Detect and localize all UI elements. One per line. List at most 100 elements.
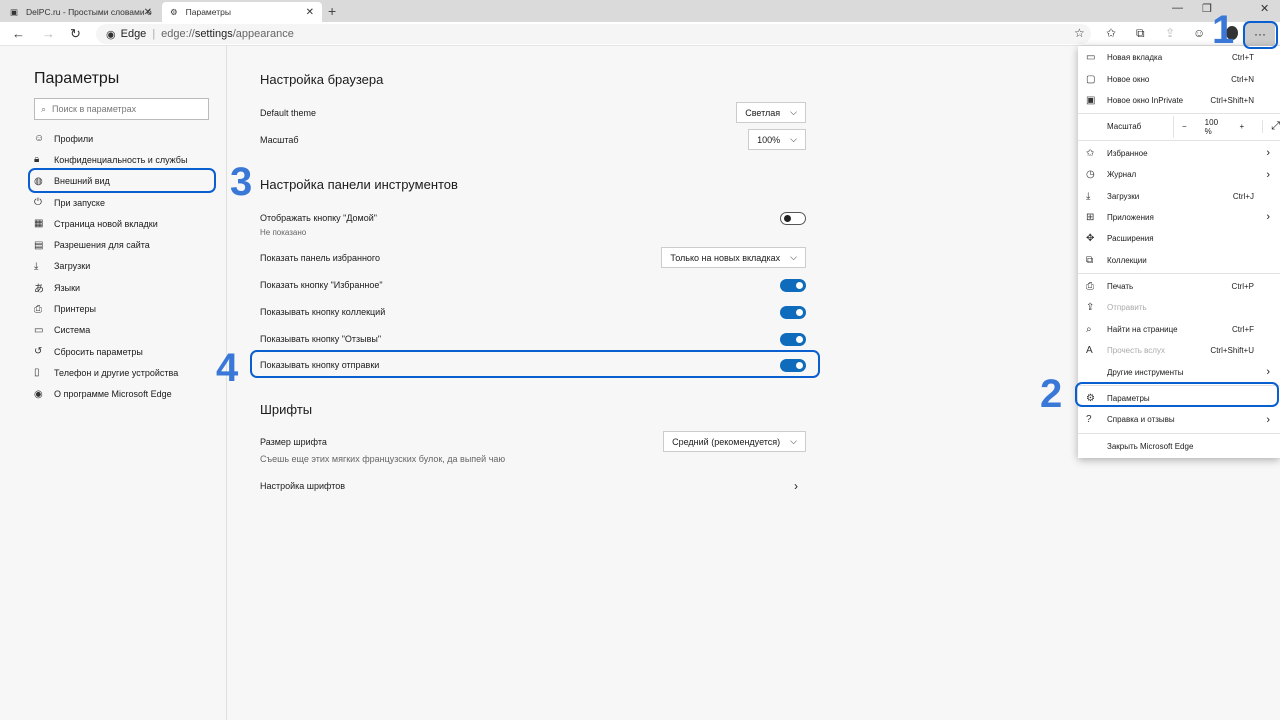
sidebar-item[interactable]: ⎙ Принтеры xyxy=(34,298,187,319)
menu-item[interactable]: ▣ Новое окно InPrivate Ctrl+Shift+N xyxy=(1078,90,1280,111)
refresh-icon[interactable]: ↻ xyxy=(70,26,81,42)
menu-item-label: Журнал xyxy=(1107,170,1137,180)
sidebar-item-label: Профили xyxy=(54,133,94,144)
tab-delpc[interactable]: ▣ DelPC.ru - Простыми словами о ✕ xyxy=(2,2,160,22)
sidebar-item-label: О программе Microsoft Edge xyxy=(54,389,172,400)
menu-item[interactable]: ✩ Избранное › xyxy=(1078,143,1280,164)
favorites-icon[interactable]: ✩ xyxy=(1106,26,1116,40)
sidebar: Параметры ⌕ Поиск в параметрах ☺ Профили 🔒︎… xyxy=(0,46,227,720)
sidebar-item-label: Разрешения для сайта xyxy=(54,240,150,251)
menu-item-label: Коллекции xyxy=(1107,255,1147,265)
menu-item-label: Новое окно xyxy=(1107,74,1150,84)
close-tab-icon[interactable]: ✕ xyxy=(306,7,314,18)
star-icon[interactable]: ☆ xyxy=(1074,26,1085,40)
sidebar-item[interactable]: ☺ Профили xyxy=(34,128,187,149)
collections-button-toggle[interactable] xyxy=(780,305,806,319)
menu-item[interactable]: ⎙ Печать Ctrl+P xyxy=(1078,276,1280,297)
menu-item[interactable]: ⊞ Приложения › xyxy=(1078,207,1280,228)
sidebar-item[interactable]: ⏻ При запуске xyxy=(34,192,187,213)
zoom-in-button[interactable]: + xyxy=(1240,122,1245,131)
sidebar-title: Параметры xyxy=(34,70,120,87)
annotation-2: 2 xyxy=(1040,372,1063,416)
font-sample: Съешь еще этих мягких французских булок,… xyxy=(260,454,506,464)
restore-icon[interactable]: ❐ xyxy=(1202,2,1212,15)
chevron-down-icon: ⌵ xyxy=(790,252,797,262)
customize-fonts-link[interactable]: Настройка шрифтов › xyxy=(260,477,806,495)
sidebar-item[interactable]: ▯ Телефон и другие устройства xyxy=(34,362,187,383)
menu-item-label: Приложения xyxy=(1107,212,1154,222)
menu-item[interactable]: A Прочесть вслух Ctrl+Shift+U xyxy=(1078,340,1280,361)
extensions-icon: ✥ xyxy=(1086,233,1095,245)
theme-dropdown[interactable]: Светлая ⌵ xyxy=(736,102,806,123)
address-bar[interactable]: ◉ Edge | edge://settings/appearance xyxy=(96,24,1091,44)
menu-item[interactable]: ? Справка и отзывы › xyxy=(1078,409,1280,430)
zoom-out-button[interactable]: − xyxy=(1182,122,1187,131)
forward-icon[interactable]: → xyxy=(42,26,55,41)
home-button-toggle[interactable] xyxy=(780,211,806,225)
annotation-1: 1 xyxy=(1212,8,1235,52)
section-title-browser: Настройка браузера xyxy=(260,72,384,87)
sidebar-item-label: Страница новой вкладки xyxy=(54,218,158,229)
new-tab-button[interactable]: + xyxy=(328,3,336,19)
favorites-bar-dropdown[interactable]: Только на новых вкладках ⌵ xyxy=(661,247,806,268)
menu-item[interactable]: ✥ Расширения xyxy=(1078,228,1280,249)
new-tab-icon: ▭ xyxy=(1086,52,1096,64)
menu-item[interactable]: ▢ Новое окно Ctrl+N xyxy=(1078,68,1280,89)
menu-item[interactable]: Масштаб − 100 % + ⤢ xyxy=(1078,116,1280,138)
window-icon: ▢ xyxy=(1086,73,1096,85)
inprivate-icon: ▣ xyxy=(1086,94,1096,106)
menu-divider xyxy=(1078,432,1280,434)
chevron-right-icon: › xyxy=(1266,168,1270,181)
apps-icon: ⊞ xyxy=(1086,211,1095,223)
close-window-icon[interactable]: ✕ xyxy=(1260,2,1269,15)
menu-item[interactable]: ⤓ Загрузки Ctrl+J xyxy=(1078,185,1280,206)
sidebar-item[interactable]: ▭ Система xyxy=(34,320,187,341)
tab-bar: ▣ DelPC.ru - Простыми словами о ✕ ⚙ Парамет… xyxy=(0,0,1280,22)
favorites-button-toggle[interactable] xyxy=(780,278,806,292)
tab-settings[interactable]: ⚙ Параметры ✕ xyxy=(162,2,322,22)
close-tab-icon[interactable]: ✕ xyxy=(144,7,152,18)
menu-item[interactable]: ▭ Новая вкладка Ctrl+T xyxy=(1078,47,1280,68)
sidebar-item[interactable]: ▤ Разрешения для сайта xyxy=(34,234,187,255)
feedback-button-toggle[interactable] xyxy=(780,332,806,346)
sidebar-item[interactable]: ⤓ Загрузки xyxy=(34,256,187,277)
highlight-appearance-item xyxy=(28,168,216,193)
phone-icon: ▯ xyxy=(34,367,40,379)
chevron-down-icon: ⌵ xyxy=(790,107,797,117)
sidebar-item[interactable]: ◉ О программе Microsoft Edge xyxy=(34,384,187,405)
help-icon: ? xyxy=(1086,414,1092,426)
feedback-icon[interactable]: ☺ xyxy=(1193,26,1205,40)
menu-shortcut: Ctrl+Shift+U xyxy=(1210,346,1254,356)
language-icon: あ xyxy=(34,284,44,296)
zoom-dropdown[interactable]: 100% ⌵ xyxy=(748,129,806,150)
menu-item-label: Новая вкладка xyxy=(1107,53,1163,63)
reset-icon: ↺ xyxy=(34,346,43,358)
minimize-icon[interactable]: — xyxy=(1172,2,1183,14)
menu-item[interactable]: Закрыть Microsoft Edge xyxy=(1078,436,1280,457)
zoom-value: 100 % xyxy=(1204,117,1219,136)
search-icon: ⌕ xyxy=(41,103,47,114)
font-size-dropdown[interactable]: Средний (рекомендуется) ⌵ xyxy=(663,431,806,452)
menu-item[interactable]: Другие инструменты › xyxy=(1078,361,1280,382)
chevron-right-icon: › xyxy=(1266,366,1270,379)
sidebar-item[interactable]: ▦ Страница новой вкладки xyxy=(34,213,187,234)
sidebar-item[interactable]: ↺ Сбросить параметры xyxy=(34,341,187,362)
collections-icon[interactable]: ⧉ xyxy=(1136,26,1145,41)
menu-item[interactable]: ⌕ Найти на странице Ctrl+F xyxy=(1078,319,1280,340)
sidebar-item-label: При запуске xyxy=(54,197,105,208)
system-icon: ▭ xyxy=(34,324,44,336)
page-icon: ▣ xyxy=(10,6,19,17)
search-input[interactable]: ⌕ Поиск в параметрах xyxy=(34,98,209,120)
share-icon[interactable]: ⇪ xyxy=(1165,26,1175,40)
back-icon[interactable]: ← xyxy=(12,26,25,41)
menu-shortcut: Ctrl+P xyxy=(1231,282,1254,292)
menu-divider xyxy=(1078,139,1280,141)
menu-item[interactable]: ⧉ Коллекции xyxy=(1078,250,1280,271)
section-title-toolbar: Настройка панели инструментов xyxy=(260,177,458,192)
fullscreen-icon[interactable]: ⤢ xyxy=(1262,120,1280,134)
menu-item[interactable]: ◷ Журнал › xyxy=(1078,164,1280,185)
address-toolbar: ← → ↻ ◉ Edge | edge://settings/appearance ☆… xyxy=(0,22,1280,46)
sidebar-item-label: Сбросить параметры xyxy=(54,346,143,357)
sidebar-item[interactable]: あ Языки xyxy=(34,277,187,298)
menu-item[interactable]: ⇪ Отправить xyxy=(1078,297,1280,318)
